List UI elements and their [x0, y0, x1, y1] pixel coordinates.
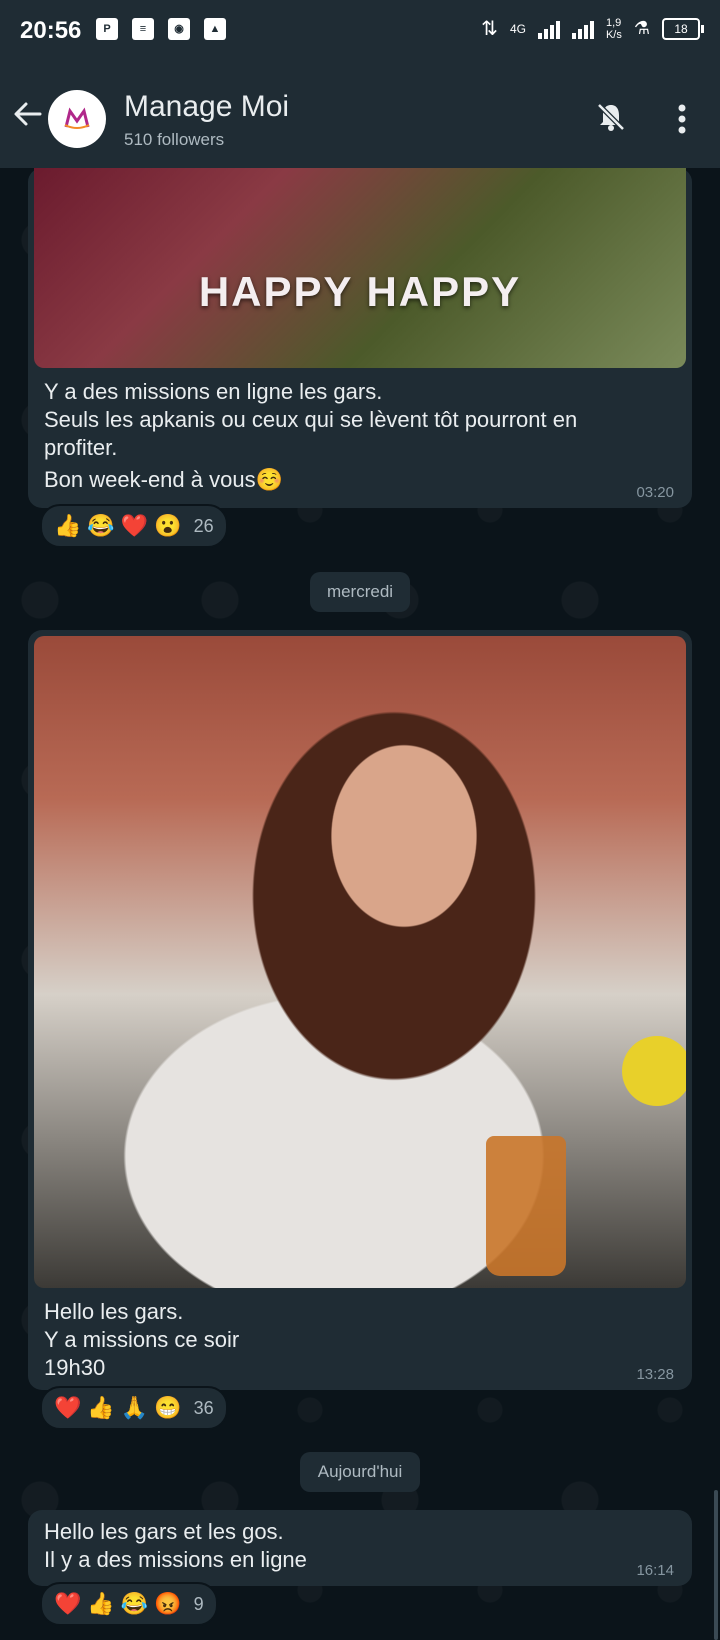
gif-media[interactable] — [34, 636, 686, 1288]
message-text: Hello les gars. Y a missions ce soir 19h… — [44, 1299, 240, 1380]
message-bubble[interactable]: Hello les gars et les gos. Il y a des mi… — [28, 1510, 692, 1586]
beer-glass — [486, 1136, 566, 1276]
message-time: 13:28 — [636, 1366, 674, 1383]
status-bar: 20:56 P ≡ ◉ ▲ ⇅ 4G 1,9 K/s ⚗ 18 — [0, 0, 720, 62]
mute-bell-icon[interactable] — [594, 100, 628, 134]
battery-icon: 18 — [662, 17, 704, 40]
network-type: 4G — [509, 21, 526, 36]
channel-name[interactable]: Manage Moi — [124, 90, 289, 124]
lte-signal-icon: ▲ — [204, 18, 226, 40]
reaction-emoji: ❤️ — [54, 1591, 82, 1616]
message-time: 16:14 — [636, 1562, 674, 1579]
date-separator: mercredi — [310, 572, 410, 612]
reaction-emoji: 🙏 — [120, 1395, 149, 1420]
game-icon: ◉ — [168, 18, 190, 40]
message-time: 03:20 — [636, 484, 674, 501]
reaction-emoji: 👍 — [87, 1395, 115, 1420]
status-time: 20:56 — [20, 17, 82, 44]
scrollbar[interactable] — [714, 1490, 718, 1640]
network-speed: 1,9 K/s — [605, 16, 622, 41]
reaction-emoji: 👍 — [54, 513, 82, 538]
battery-level: 18 — [674, 21, 688, 36]
reaction-emoji: 😮 — [154, 513, 182, 538]
gif-caption: HAPPY HAPPY — [198, 268, 522, 315]
flask-icon: ⚗ — [633, 18, 650, 38]
reactions-bar[interactable]: 👍 😂 ❤️ 😮 26 — [40, 504, 228, 548]
reaction-emoji: 😂 — [120, 1591, 149, 1616]
flower — [622, 1036, 686, 1106]
message-bubble[interactable]: HAPPY HAPPY Y a des missions en ligne le… — [28, 168, 692, 508]
signal-strength-icon-2 — [571, 19, 594, 39]
reaction-emoji: ❤️ — [54, 1395, 82, 1420]
reaction-count: 9 — [193, 1593, 204, 1614]
more-options-icon[interactable] — [672, 102, 692, 136]
reaction-emoji: 😡 — [154, 1591, 182, 1616]
reaction-emoji: 👍 — [87, 1591, 115, 1616]
back-arrow-icon[interactable] — [12, 98, 44, 130]
message-text: Y a des missions en ligne les gars. Seul… — [44, 379, 578, 492]
signal-strength-icon — [537, 19, 560, 39]
reactions-bar[interactable]: ❤️ 👍 😂 😡 9 — [40, 1582, 218, 1626]
channel-avatar[interactable] — [48, 90, 106, 148]
parking-icon: P — [96, 18, 118, 40]
channel-header: Manage Moi 510 followers — [0, 62, 720, 168]
data-transfer-icon: ⇅ — [481, 18, 498, 40]
message-icon: ≡ — [132, 18, 154, 40]
reactions-bar[interactable]: ❤️ 👍 🙏 😁 36 — [40, 1386, 228, 1430]
message-bubble[interactable]: Hello les gars. Y a missions ce soir 19h… — [28, 630, 692, 1390]
date-separator: Aujourd'hui — [300, 1452, 420, 1492]
gif-media[interactable]: HAPPY HAPPY — [34, 168, 686, 368]
logo-icon — [64, 107, 90, 129]
reaction-emoji: 😂 — [87, 513, 115, 538]
message-text: Hello les gars et les gos. Il y a des mi… — [44, 1519, 307, 1572]
reaction-emoji: ❤️ — [120, 513, 149, 538]
reaction-emoji: 😁 — [154, 1395, 182, 1420]
reaction-count: 26 — [193, 515, 214, 536]
followers-count: 510 followers — [124, 130, 225, 149]
reaction-count: 36 — [193, 1397, 214, 1418]
